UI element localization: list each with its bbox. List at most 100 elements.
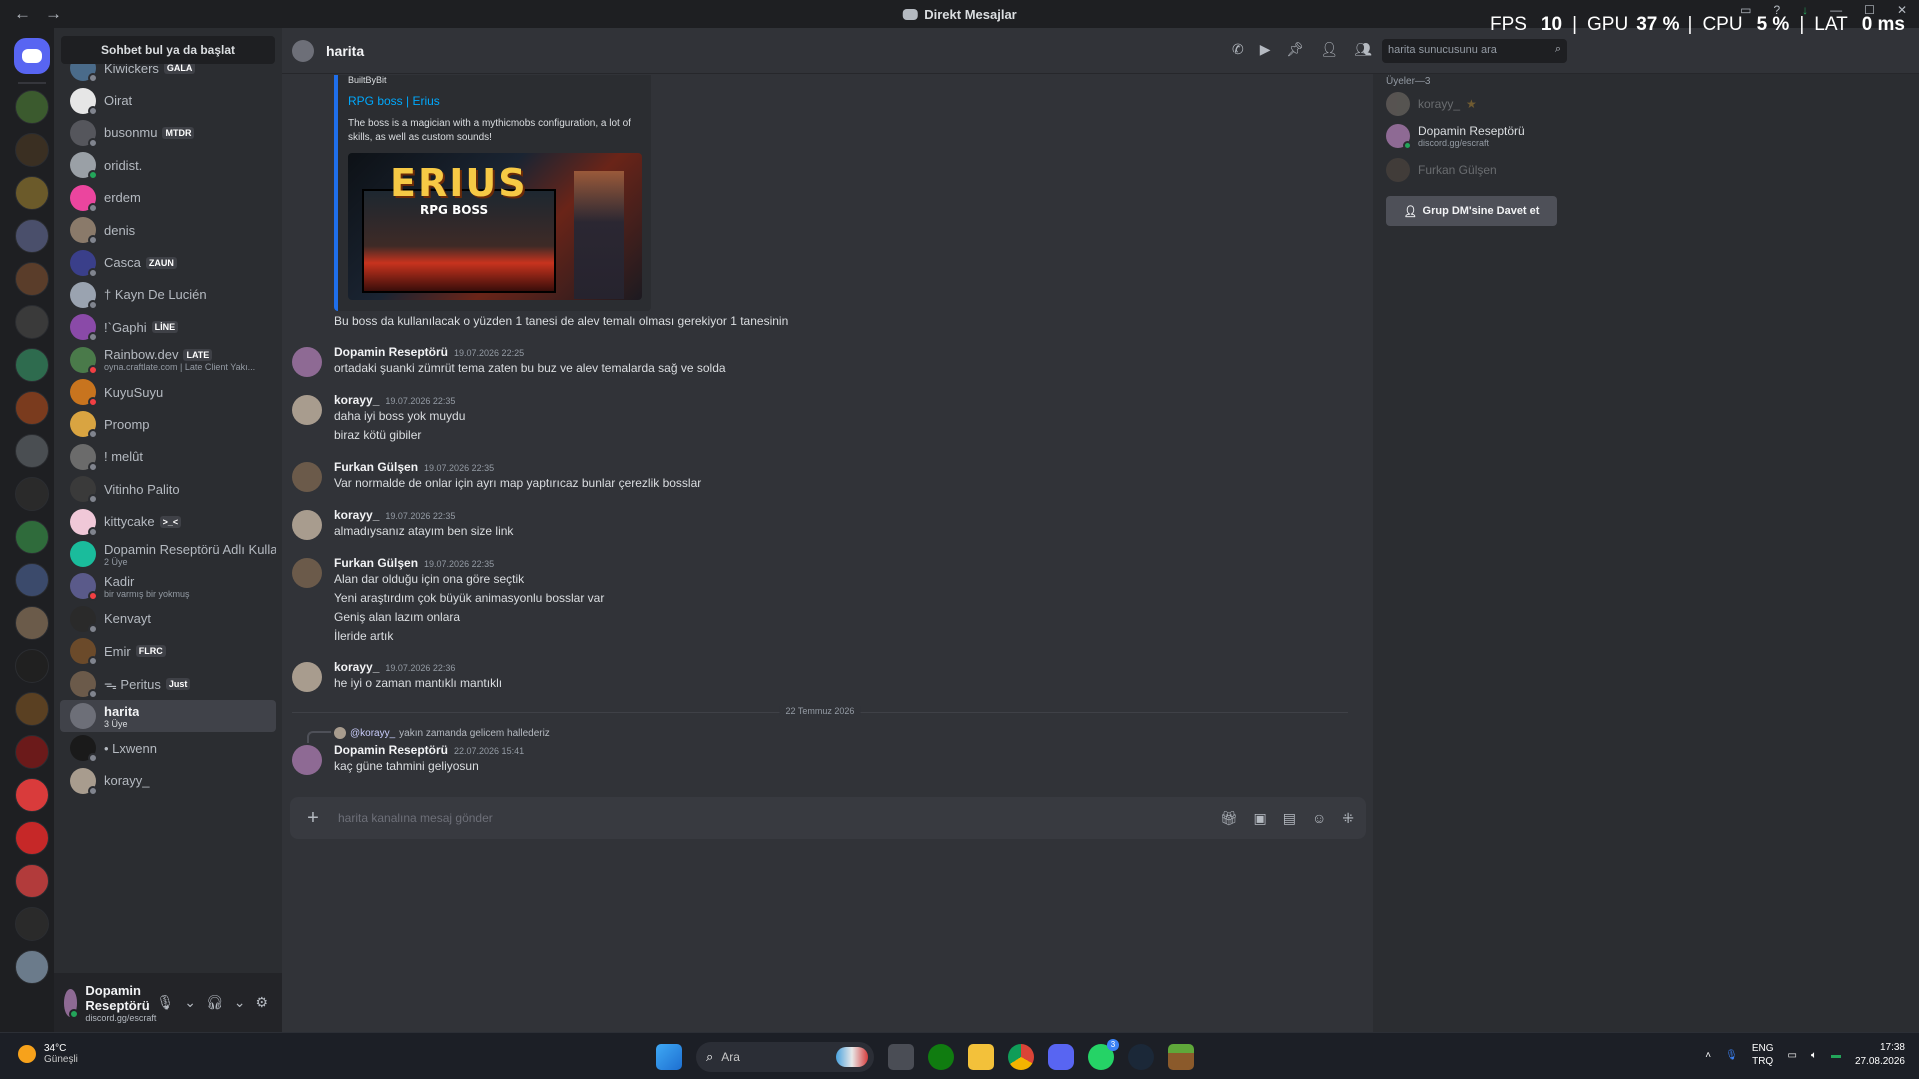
embed-image[interactable]: ERIUS RPG BOSS — [348, 153, 642, 300]
author-name[interactable]: Furkan Gülşen — [334, 556, 418, 570]
author-name[interactable]: korayy_ — [334, 508, 379, 522]
avatar[interactable] — [292, 558, 322, 588]
server-icon[interactable] — [15, 434, 49, 468]
member-list-icon[interactable]: 👥︎ — [1354, 41, 1372, 58]
minecraft-icon[interactable] — [1168, 1044, 1194, 1070]
invite-to-group-dm-button[interactable]: 👤︎ Grup DM'sine Davet et — [1386, 196, 1557, 226]
gif-icon[interactable]: ▣ — [1254, 810, 1267, 827]
member-item[interactable]: korayy_ ★ — [1386, 92, 1477, 116]
dm-item[interactable]: Emir FLRC — [60, 635, 276, 667]
sticker-icon[interactable]: ▤ — [1283, 810, 1296, 827]
search-input[interactable]: harita sunucusunu ara ⌕ — [1382, 39, 1567, 63]
avatar[interactable] — [292, 347, 322, 377]
start-windows-icon[interactable] — [656, 1044, 682, 1070]
dm-item[interactable]: erdem — [60, 182, 276, 214]
member-item[interactable]: Furkan Gülşen — [1386, 158, 1497, 182]
dm-item[interactable]: Rainbow.dev LATE oyna.craftlate.com | Late… — [60, 344, 276, 376]
dm-item[interactable]: Vitinho Palito — [60, 473, 276, 505]
mic-icon[interactable]: 🎙︎ — [156, 994, 174, 1011]
weather-widget[interactable]: 34°C Güneşli — [18, 1043, 78, 1065]
server-icon[interactable] — [15, 520, 49, 554]
server-icon[interactable] — [15, 219, 49, 253]
server-icon[interactable] — [15, 176, 49, 210]
forward-arrow-icon[interactable]: → — [45, 4, 62, 24]
back-arrow-icon[interactable]: ← — [14, 4, 31, 24]
dm-item[interactable]: kittycake >_< — [60, 505, 276, 537]
message-input-placeholder[interactable]: harita kanalına mesaj gönder — [338, 811, 493, 825]
dm-item[interactable]: busonmu MTDR — [60, 117, 276, 149]
dm-item[interactable]: denis — [60, 214, 276, 246]
dm-item[interactable]: Casca ZAUN — [60, 246, 276, 278]
find-conversation-button[interactable]: Sohbet bul ya da başlat — [61, 36, 275, 64]
dm-item[interactable]: ! melût — [60, 441, 276, 473]
emoji-icon[interactable]: ☺ — [1312, 810, 1326, 827]
avatar[interactable] — [292, 745, 322, 775]
add-friends-icon[interactable]: 👤︎ — [1320, 41, 1338, 58]
network-icon[interactable]: ▭ — [1787, 1050, 1796, 1061]
server-icon[interactable] — [15, 133, 49, 167]
dm-item[interactable]: † Kayn De Lucién — [60, 279, 276, 311]
reply-preview[interactable]: @korayy_ yakın zamanda gelicem hallederi… — [334, 727, 550, 739]
chevron-up-icon[interactable]: ˄ — [1705, 1050, 1711, 1061]
taskbar-search[interactable]: ⌕ Ara — [696, 1042, 874, 1072]
author-name[interactable]: korayy_ — [334, 393, 379, 407]
server-icon[interactable] — [15, 563, 49, 597]
headset-icon[interactable]: 🎧︎ — [206, 994, 224, 1011]
direct-messages-home-button[interactable] — [14, 38, 50, 74]
message-author[interactable]: Furkan Gülşen 19.07.2026 22:35 — [334, 556, 494, 570]
discord-app-icon[interactable] — [1048, 1044, 1074, 1070]
server-icon[interactable] — [15, 778, 49, 812]
server-icon[interactable] — [15, 477, 49, 511]
video-call-icon[interactable]: ▶ — [1260, 41, 1271, 58]
voice-call-icon[interactable]: ✆ — [1232, 41, 1244, 58]
dm-item[interactable]: oridist. — [60, 149, 276, 181]
avatar[interactable] — [292, 462, 322, 492]
clock[interactable]: 17:38 27.08.2026 — [1855, 1041, 1905, 1069]
server-icon[interactable] — [15, 305, 49, 339]
server-icon[interactable] — [15, 649, 49, 683]
avatar[interactable] — [64, 988, 80, 1019]
language-indicator[interactable]: ENG TRQ — [1752, 1042, 1774, 1068]
embed-title-link[interactable]: RPG boss | Erius — [348, 94, 639, 108]
message-author[interactable]: korayy_ 19.07.2026 22:35 — [334, 508, 455, 522]
microphone-tray-icon[interactable]: 🎙︎ — [1725, 1050, 1738, 1061]
server-icon[interactable] — [15, 391, 49, 425]
whatsapp-icon[interactable]: 3 — [1088, 1039, 1119, 1070]
message-author[interactable]: korayy_ 19.07.2026 22:36 — [334, 660, 455, 674]
server-icon[interactable] — [15, 950, 49, 984]
server-icon[interactable] — [15, 262, 49, 296]
gear-icon[interactable]: ⚙ — [255, 994, 268, 1011]
message-author[interactable]: Dopamin Reseptörü 22.07.2026 15:41 — [334, 743, 524, 757]
author-name[interactable]: korayy_ — [334, 660, 379, 674]
avatar[interactable] — [292, 662, 322, 692]
dm-item[interactable]: Kadir bir varmış bir yokmuş — [60, 570, 276, 602]
avatar[interactable] — [292, 510, 322, 540]
author-name[interactable]: Dopamin Reseptörü — [334, 345, 448, 359]
server-icon[interactable] — [15, 606, 49, 640]
dm-item[interactable]: ᯓ Peritus Just — [60, 667, 276, 699]
dm-item[interactable]: Oirat — [60, 84, 276, 116]
server-icon[interactable] — [15, 692, 49, 726]
dm-item[interactable]: harita 3 Üye — [60, 699, 276, 733]
dm-item[interactable]: KuyuSuyu — [60, 376, 276, 408]
author-name[interactable]: Furkan Gülşen — [334, 460, 418, 474]
server-icon[interactable] — [15, 907, 49, 941]
dm-item[interactable]: • Lxwenn — [60, 732, 276, 764]
battery-icon[interactable]: ▬ — [1831, 1050, 1841, 1061]
dm-item[interactable]: korayy_ — [60, 765, 276, 797]
mic-options-chevron-icon[interactable]: ⌄ — [184, 994, 196, 1011]
dm-item[interactable]: Dopamin Reseptörü Adlı Kullanı...2 Üye — [60, 538, 276, 570]
add-attachment-icon[interactable]: + — [300, 807, 326, 830]
dm-item[interactable]: Kenvayt — [60, 603, 276, 635]
file-explorer-icon[interactable] — [968, 1044, 994, 1070]
server-icon[interactable] — [15, 348, 49, 382]
dm-item[interactable]: !`Gaphi LİNE — [60, 311, 276, 343]
task-view-icon[interactable] — [888, 1044, 914, 1070]
xbox-icon[interactable] — [928, 1044, 954, 1070]
gift-icon[interactable]: 🎁︎ — [1220, 810, 1238, 827]
chrome-icon[interactable] — [1008, 1044, 1034, 1070]
message-author[interactable]: Dopamin Reseptörü 19.07.2026 22:25 — [334, 345, 524, 359]
volume-icon[interactable]: 🔈︎ — [1811, 1050, 1817, 1061]
author-name[interactable]: Dopamin Reseptörü — [334, 743, 448, 757]
message-author[interactable]: Furkan Gülşen 19.07.2026 22:35 — [334, 460, 494, 474]
